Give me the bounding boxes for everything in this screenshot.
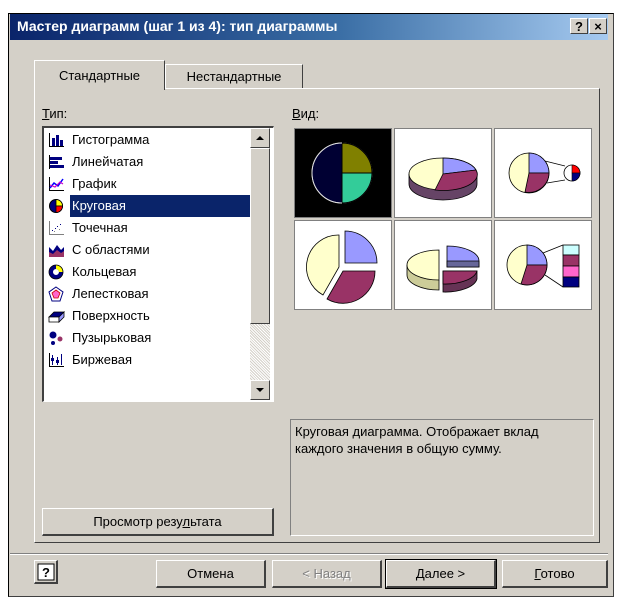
list-item-doughnut[interactable]: Кольцевая <box>48 261 252 283</box>
subtype-exploded-pie[interactable] <box>294 220 392 310</box>
preview-button[interactable]: Просмотр результата <box>42 508 274 536</box>
footer-separator <box>10 553 608 555</box>
pie-subtype-icon <box>311 142 373 204</box>
doughnut-chart-icon <box>48 264 64 280</box>
subtype-pie-3d[interactable] <box>394 128 492 218</box>
next-button[interactable]: Далее > <box>385 559 497 589</box>
column-chart-icon <box>49 133 64 147</box>
line-chart-icon <box>49 177 64 191</box>
bubble-chart-icon <box>49 331 63 345</box>
stock-chart-icon <box>49 353 64 367</box>
list-item-stock[interactable]: Биржевая <box>48 349 252 371</box>
arrow-down-icon <box>256 388 264 392</box>
back-button[interactable]: < Назад <box>272 560 382 588</box>
office-assistant-button[interactable]: ? <box>34 560 58 584</box>
list-item-radar[interactable]: Лепестковая <box>48 283 252 305</box>
list-scrollbar[interactable] <box>250 128 270 400</box>
window-title: Мастер диаграмм (шаг 1 из 4): тип диагра… <box>17 18 338 34</box>
chart-description: Круговая диаграмма. Отображает вклад каж… <box>290 419 594 536</box>
bar-chart-icon <box>49 155 64 169</box>
finish-button[interactable]: Готово <box>502 560 608 588</box>
list-item-area[interactable]: С областями <box>48 239 252 261</box>
exploded-pie-subtype-icon <box>306 230 378 304</box>
arrow-up-icon <box>256 136 264 140</box>
pie-chart-icon <box>49 199 63 213</box>
scroll-down-button[interactable] <box>250 380 270 400</box>
list-item-bubble[interactable]: Пузырьковая <box>48 327 252 349</box>
surface-chart-icon <box>48 311 65 323</box>
subtype-pie[interactable] <box>294 128 392 218</box>
chart-type-list[interactable]: Гистограмма Линейчатая График Круговая Т… <box>42 126 274 402</box>
title-bar: Мастер диаграмм (шаг 1 из 4): тип диагра… <box>10 14 608 40</box>
area-chart-icon <box>49 245 64 257</box>
tab-custom-label: Нестандартные <box>186 69 282 84</box>
cancel-button[interactable]: Отмена <box>156 560 266 588</box>
scatter-chart-icon <box>49 221 64 235</box>
scroll-up-button[interactable] <box>250 128 270 148</box>
tab-custom[interactable]: Нестандартные <box>165 64 303 88</box>
list-item-scatter[interactable]: Точечная <box>48 217 252 239</box>
list-item-bar[interactable]: Линейчатая <box>48 151 252 173</box>
list-item-pie[interactable]: Круговая <box>48 195 252 217</box>
subtype-exploded-pie-3d[interactable] <box>394 220 492 310</box>
help-icon: ? <box>37 563 54 581</box>
scroll-track[interactable] <box>250 324 270 380</box>
list-item-surface[interactable]: Поверхность <box>48 305 252 327</box>
bar-of-pie-subtype-icon <box>506 244 580 288</box>
subtype-bar-of-pie[interactable] <box>494 220 592 310</box>
tab-standard-label: Стандартные <box>58 68 141 83</box>
exploded-pie-3d-subtype-icon <box>406 245 480 293</box>
view-label: Вид: <box>292 106 320 121</box>
pie-3d-subtype-icon <box>408 157 478 201</box>
subtype-pie-of-pie[interactable] <box>494 128 592 218</box>
close-button[interactable]: × <box>589 18 607 34</box>
list-item-line[interactable]: График <box>48 173 252 195</box>
radar-chart-icon <box>48 286 64 302</box>
pie-of-pie-subtype-icon <box>508 152 581 194</box>
help-title-button[interactable]: ? <box>570 18 588 34</box>
list-item-column[interactable]: Гистограмма <box>48 129 252 151</box>
tab-standard[interactable]: Стандартные <box>34 60 165 90</box>
svg-text:?: ? <box>42 565 50 580</box>
type-label: Тип: <box>42 106 68 121</box>
scroll-thumb[interactable] <box>250 148 270 324</box>
chart-subtype-gallery <box>292 126 592 310</box>
